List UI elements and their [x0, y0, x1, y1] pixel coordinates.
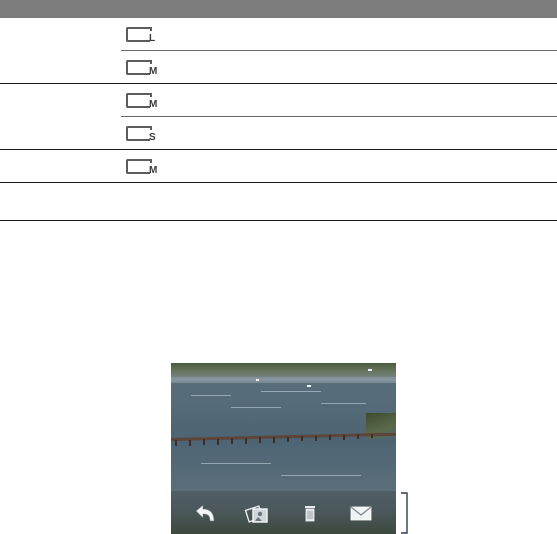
table-row [0, 183, 557, 221]
size-letter: M [149, 165, 158, 176]
boat [256, 379, 259, 381]
boat [307, 385, 311, 387]
size-letter: M [149, 66, 158, 77]
water-ripple [281, 475, 361, 476]
boat [368, 369, 372, 371]
album-icon [244, 505, 268, 523]
resolution-medium-icon: M [124, 91, 164, 113]
resolution-small-icon: S [124, 124, 164, 146]
size-letter: S [149, 132, 156, 143]
table-header-bar [0, 0, 557, 18]
water-ripple [261, 391, 321, 392]
table-row: M [0, 51, 557, 84]
water-ripple [321, 403, 366, 404]
delete-button[interactable] [297, 501, 323, 525]
water-ripple [231, 407, 281, 408]
capture-size-table: L M M S M [0, 0, 557, 221]
delete-icon [305, 506, 315, 522]
table-row: M [0, 84, 557, 117]
table-row: L [0, 18, 557, 51]
size-letter: M [149, 99, 158, 110]
back-button[interactable] [192, 501, 218, 525]
resolution-medium-icon: M [124, 157, 164, 179]
callout-bracket [401, 492, 408, 534]
album-button[interactable] [244, 501, 270, 525]
photo-far-shore [171, 377, 396, 383]
send-button[interactable] [348, 501, 374, 525]
table-row: S [0, 117, 557, 150]
row-divider [0, 220, 557, 221]
resolution-large-icon: L [124, 25, 164, 47]
resolution-medium-icon: M [124, 58, 164, 80]
table-row: M [0, 150, 557, 183]
water-ripple [201, 463, 271, 464]
back-arrow-icon [195, 504, 215, 522]
send-mail-icon [350, 506, 372, 521]
water-ripple [191, 395, 231, 396]
photo-bridge [171, 433, 396, 446]
size-letter: L [149, 33, 156, 44]
